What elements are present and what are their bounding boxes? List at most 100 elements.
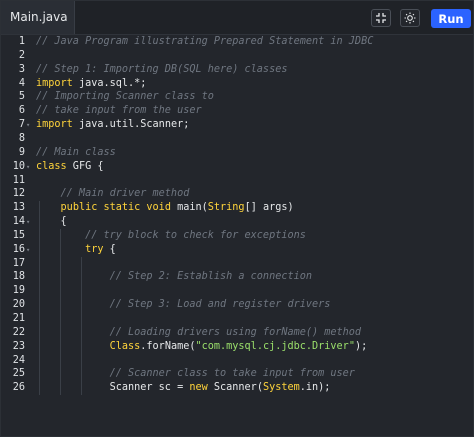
line-number: 5	[18, 91, 25, 103]
code-line: 4 import java.sql.*;	[1, 77, 473, 91]
line-number: 10	[12, 160, 25, 172]
code-line: 2	[1, 49, 473, 63]
code-text: // Loading drivers using forName() metho…	[36, 326, 361, 340]
line-number: 8	[18, 132, 25, 144]
code-token: Scanner(	[207, 382, 263, 394]
code-text: // Importing Scanner class to	[36, 90, 214, 104]
code-line: 5 // Importing Scanner class to	[1, 90, 473, 104]
line-number: 24	[12, 354, 25, 366]
code-line: 21	[1, 312, 473, 326]
run-button[interactable]: Run	[431, 9, 471, 28]
line-number: 16	[12, 243, 25, 255]
line-number: 20	[12, 299, 25, 311]
code-text: // try block to check for exceptions	[36, 229, 306, 243]
code-token: .in);	[299, 382, 331, 394]
code-token: {	[103, 243, 116, 255]
line-number: 18	[12, 271, 25, 283]
code-text: // Scanner class to take input from user	[36, 367, 355, 381]
code-line: 19	[1, 284, 473, 298]
code-token: // Main driver method	[36, 188, 190, 200]
code-line: 1 // Java Program illustrating Prepared S…	[1, 35, 473, 49]
code-line: 17	[1, 257, 473, 271]
tab-label: Main.java	[10, 10, 68, 24]
code-token: "com.mysql.cj.jdbc.Driver"	[195, 340, 355, 352]
line-number: 21	[12, 313, 25, 324]
code-line: 16 ▾ try {	[1, 243, 473, 257]
code-token: new	[189, 382, 208, 394]
code-text: // Java Program illustrating Prepared St…	[36, 35, 373, 49]
code-token: // Step 2: Establish a connection	[36, 271, 313, 283]
line-number: 3	[18, 63, 25, 75]
line-number: 2	[18, 49, 25, 61]
code-line: 25 // Scanner class to take input from u…	[1, 367, 473, 381]
code-token: {	[36, 216, 67, 228]
code-token: public static void	[60, 202, 171, 214]
code-token: GFG {	[66, 160, 104, 172]
fold-arrow-icon[interactable]: ▾	[26, 118, 34, 132]
code-text: {	[36, 215, 67, 229]
collapse-arrows-icon	[376, 13, 386, 23]
code-line: 7 ▾ import java.util.Scanner;	[1, 118, 473, 132]
code-text: // Step 1: Importing DB(SQL here) classe…	[36, 63, 287, 77]
code-text: try {	[36, 243, 116, 257]
code-line: 23 Class.forName("com.mysql.cj.jdbc.Driv…	[1, 340, 473, 354]
code-token: );	[354, 340, 368, 352]
code-line: 20 // Step 3: Load and register drivers	[1, 298, 473, 312]
fold-arrow-icon[interactable]: ▾	[26, 160, 34, 174]
code-token: import	[36, 119, 73, 131]
line-number: 14	[12, 216, 25, 228]
code-line: 8	[1, 132, 473, 146]
code-text: import java.util.Scanner;	[36, 118, 189, 132]
code-text: class GFG {	[36, 160, 103, 174]
code-token: .forName(	[140, 340, 196, 352]
line-number: 7	[18, 119, 25, 131]
line-number: 9	[18, 146, 25, 158]
code-token: java.util.Scanner;	[72, 119, 190, 131]
code-token: [] args)	[244, 202, 294, 214]
code-line: 11	[1, 174, 473, 188]
theme-toggle-button[interactable]	[400, 9, 420, 27]
code-token: // take input from the user	[36, 105, 202, 117]
indent-guide	[60, 228, 61, 396]
code-editor-window: Main.java Run 1 // Java Program illustrat…	[0, 0, 474, 437]
code-text: // Step 2: Establish a connection	[36, 270, 312, 284]
code-token: import	[36, 77, 73, 89]
code-line: 26 Scanner sc = new Scanner(System.in);	[1, 381, 473, 395]
line-number: 4	[18, 77, 25, 89]
code-token: // Scanner class to take input from user	[36, 368, 355, 380]
code-token: class	[36, 160, 67, 172]
sun-icon	[404, 12, 416, 24]
fold-arrow-icon[interactable]: ▾	[26, 215, 34, 229]
tab-main-java[interactable]: Main.java	[1, 1, 75, 34]
code-token: main(	[170, 202, 208, 214]
collapse-button[interactable]	[371, 9, 391, 27]
code-line: 24	[1, 354, 473, 368]
code-token: Scanner sc =	[36, 382, 190, 394]
code-token: try	[85, 243, 104, 255]
line-number: 12	[12, 188, 25, 200]
code-line: 15 // try block to check for exceptions	[1, 229, 473, 243]
code-line: 13 public static void main(String[] args…	[1, 201, 473, 215]
line-number: 23	[12, 340, 25, 352]
fold-arrow-icon[interactable]: ▾	[26, 243, 34, 257]
indent-guide	[39, 201, 40, 396]
code-token: // Step 1: Importing DB(SQL here) classe…	[36, 63, 288, 75]
code-line: 18 // Step 2: Establish a connection	[1, 270, 473, 284]
code-token: System	[262, 382, 300, 394]
line-number: 17	[12, 257, 25, 269]
line-number: 1	[18, 36, 25, 47]
code-token: // Main class	[36, 146, 116, 158]
code-line: 3 // Step 1: Importing DB(SQL here) class…	[1, 63, 473, 77]
code-line: 22 // Loading drivers using forName() me…	[1, 326, 473, 340]
code-token: java.sql.*;	[72, 77, 147, 89]
code-token: // Java Program illustrating Prepared St…	[36, 36, 374, 47]
code-token: // Importing Scanner class to	[36, 91, 214, 103]
code-line: 10 ▾ class GFG {	[1, 160, 473, 174]
line-number: 26	[12, 382, 25, 394]
code-text: import java.sql.*;	[36, 77, 146, 91]
editor-toolbar: Main.java Run	[1, 1, 473, 35]
line-number: 13	[12, 202, 25, 214]
code-area[interactable]: 1 // Java Program illustrating Prepared S…	[1, 35, 473, 436]
indent-guide	[81, 256, 82, 396]
